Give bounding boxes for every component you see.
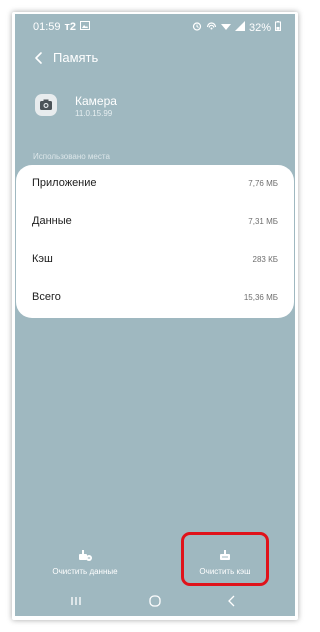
storage-section-title: Использовано места <box>33 152 110 161</box>
clear-data-label: Очистить данные <box>52 567 118 576</box>
clear-data-button[interactable]: Очистить данные <box>15 539 155 584</box>
gallery-icon <box>80 21 91 33</box>
battery-percent: 32% <box>248 21 271 34</box>
status-time: 01:59 <box>33 21 61 33</box>
phone-screen: 01:59 т2 32% Память Камера 11.0.15.99 Ис… <box>15 14 295 616</box>
chevron-left-icon <box>35 52 42 64</box>
hotspot-icon <box>206 21 217 34</box>
back-icon <box>228 595 235 607</box>
storage-row-value: 7,76 МБ <box>248 179 278 188</box>
storage-row-label: Кэш <box>32 253 53 265</box>
carrier-label: т2 <box>64 21 77 33</box>
status-bar: 01:59 т2 32% <box>15 14 295 40</box>
navigation-bar <box>15 586 295 616</box>
clear-data-icon <box>77 547 93 563</box>
storage-row-data: Данные 7,31 МБ <box>16 203 294 241</box>
storage-row-value: 283 КБ <box>252 255 278 264</box>
recent-apps-icon <box>71 597 81 605</box>
app-info: Камера 11.0.15.99 <box>15 94 295 134</box>
home-button[interactable] <box>146 592 164 610</box>
battery-icon <box>275 21 281 34</box>
storage-row-label: Данные <box>32 215 72 227</box>
storage-row-label: Приложение <box>32 177 97 189</box>
camera-icon <box>35 94 57 116</box>
app-name: Камера <box>75 94 117 108</box>
app-bar: Память <box>15 44 295 74</box>
recent-apps-button[interactable] <box>67 592 85 610</box>
storage-row-total: Всего 15,36 МБ <box>16 279 294 317</box>
back-button[interactable] <box>29 48 49 68</box>
wifi-signal-icon <box>220 21 231 34</box>
storage-row-value: 7,31 МБ <box>248 217 278 226</box>
storage-row-value: 15,36 МБ <box>243 293 278 302</box>
home-icon <box>149 595 161 607</box>
alarm-icon <box>192 21 202 34</box>
back-nav-button[interactable] <box>223 592 241 610</box>
storage-row-label: Всего <box>32 291 61 303</box>
highlight-box <box>181 532 269 586</box>
storage-row-cache: Кэш 283 КБ <box>16 241 294 279</box>
page-title: Память <box>53 50 99 65</box>
cell-signal-icon <box>234 21 245 34</box>
app-version: 11.0.15.99 <box>75 109 113 118</box>
storage-card: Приложение 7,76 МБ Данные 7,31 МБ Кэш 28… <box>16 165 294 318</box>
storage-row-app: Приложение 7,76 МБ <box>16 165 294 203</box>
